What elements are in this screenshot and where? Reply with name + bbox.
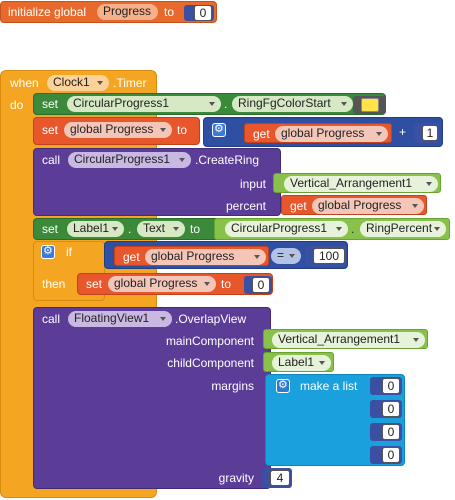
global-progress-dropdown[interactable]: global Progress [64,122,172,138]
color-block[interactable] [353,96,386,114]
child-component-dropdown[interactable]: Label1 [272,355,331,371]
percent-variable-dropdown[interactable]: global Progress [312,198,424,214]
dot-label: . [128,222,132,236]
list-item-value[interactable]: 0 [382,447,400,463]
get-label: get [253,127,270,141]
do-label: do [10,98,24,112]
ring-percent-getter-block[interactable]: CircularProgress1 . RingPercent [214,218,450,240]
list-mutator-gear-icon[interactable] [276,378,290,393]
gravity-param-label: gravity [218,471,254,485]
number-value[interactable]: 0 [194,5,212,21]
create-ring-call-block[interactable]: call CircularProgress1 .CreateRing input… [33,148,281,216]
number-value[interactable]: 100 [313,248,345,264]
list-item-value[interactable]: 0 [382,401,400,417]
call-label: call [42,153,61,167]
input-param-label: input [239,177,266,191]
number-value[interactable]: 0 [252,277,270,293]
set-label: set [42,222,59,236]
reset-progress-block[interactable]: set global Progress to 0 [77,273,273,295]
set-ring-color-block[interactable]: set CircularProgress1 . RingFgColorStart… [33,93,386,115]
overlap-view-method-label: .OverlapView [175,312,247,326]
create-ring-component-dropdown[interactable]: CircularProgress1 [68,152,191,168]
if-label: if [66,245,72,259]
list-item-number-block[interactable]: 0 [370,446,402,464]
child-component-block[interactable]: Label1 [263,352,334,372]
gravity-number-block[interactable]: 4 [262,468,292,488]
yellow-color-swatch[interactable] [361,98,379,112]
overlap-view-call-block[interactable]: call FloatingView1 .OverlapView mainComp… [33,307,271,489]
list-item-number-block[interactable]: 0 [370,423,402,441]
make-a-list-block[interactable]: make a list 0 0 0 0 [265,374,405,466]
main-component-param-label: mainComponent [165,334,254,348]
mutator-gear-icon[interactable] [212,122,226,137]
percent-param-label: percent [225,199,266,213]
get-progress-block[interactable]: get global Progress [114,246,269,266]
reset-variable-dropdown[interactable]: global Progress [108,276,216,292]
gravity-value[interactable]: 4 [270,470,290,486]
set-global-progress-block[interactable]: set global Progress to [33,117,200,145]
child-component-param-label: childComponent [167,356,254,370]
set-label: set [86,277,103,291]
global-variable-name-field[interactable]: Progress [97,4,158,20]
set-label: set [42,97,59,111]
dot-label: . [224,97,228,111]
main-component-dropdown[interactable]: Vertical_Arrangement1 [272,332,425,348]
margins-param-label: margins [211,379,254,393]
get-variable-dropdown[interactable]: global Progress [275,126,388,142]
list-item-number-block[interactable]: 0 [370,377,402,395]
to-label: to [221,277,232,291]
get-label: get [290,199,307,213]
main-component-block[interactable]: Vertical_Arrangement1 [263,329,428,349]
if-mutator-gear-icon[interactable] [41,244,55,259]
floating-view-component-dropdown[interactable]: FloatingView1 [68,311,172,327]
event-component-dropdown[interactable]: Clock1 [47,75,109,91]
initialize-global-block[interactable]: initialize global Progress to 0 [0,1,217,23]
get-percent-block[interactable]: get global Progress [281,195,427,215]
ring-component-dropdown[interactable]: CircularProgress1 [67,96,221,112]
vertical-arrangement-component-block[interactable]: Vertical_Arrangement1 [273,173,441,193]
number-block[interactable]: 100 [305,246,347,266]
number-block[interactable]: 1 [414,123,440,143]
set-label-text-block[interactable]: set Label1 . Text to [33,218,223,240]
set-label: set [42,123,59,137]
then-label: then [42,277,66,291]
event-name-label: .Timer [113,76,147,90]
get-progress-block[interactable]: get global Progress [244,123,392,143]
label-property-dropdown[interactable]: Text [137,221,185,237]
ring-property-dropdown[interactable]: RingFgColorStart [232,96,353,112]
compare-equals-block[interactable]: get global Progress = 100 [104,241,348,269]
math-add-block[interactable]: get global Progress + 1 [203,117,443,147]
number-block[interactable]: 0 [184,5,214,21]
call-label: call [42,312,61,326]
make-a-list-label: make a list [300,379,358,393]
plus-operator: + [399,125,407,139]
create-ring-method-label: .CreateRing [195,153,260,167]
compare-operator-dropdown[interactable]: = [271,248,301,264]
input-component-dropdown[interactable]: Vertical_Arrangement1 [284,176,438,192]
number-block[interactable]: 0 [244,276,272,294]
list-item-value[interactable]: 0 [382,378,400,394]
get-label: get [123,250,140,264]
label-component-dropdown[interactable]: Label1 [67,221,124,237]
initialize-global-label: initialize global [8,5,87,19]
number-value[interactable]: 1 [422,125,438,141]
ring-percent-property-dropdown[interactable]: RingPercent [360,221,446,237]
to-label: to [177,123,188,137]
dot-label: . [351,222,355,236]
ring-percent-component-dropdown[interactable]: CircularProgress1 [225,221,348,237]
to-label: to [190,222,201,236]
list-item-value[interactable]: 0 [382,424,400,440]
to-label: to [164,5,175,19]
when-label: when [10,76,39,90]
compare-variable-dropdown[interactable]: global Progress [145,249,266,265]
list-item-number-block[interactable]: 0 [370,400,402,418]
